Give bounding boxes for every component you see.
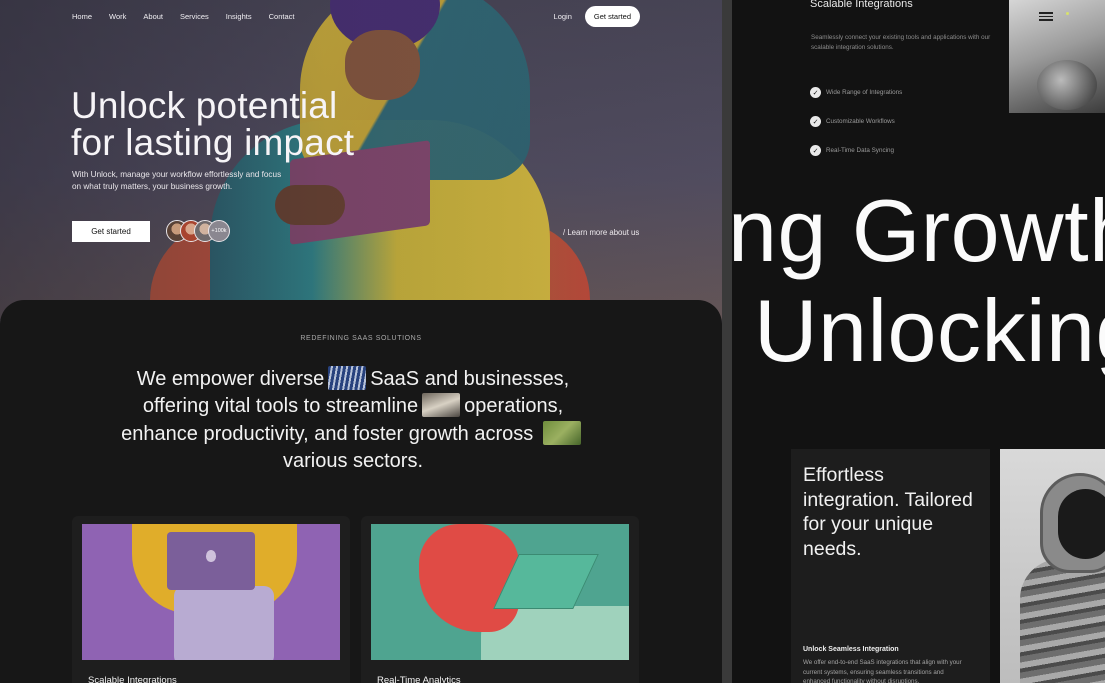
inline-thumbnail-office: [422, 393, 461, 418]
marquee-text-unlocking: Unlocking: [754, 281, 1105, 380]
feature-label: Customizable Workflows: [826, 118, 895, 125]
card-title: Real-Time Analytics: [377, 675, 461, 683]
nav-work[interactable]: Work: [109, 12, 126, 21]
menu-icon[interactable]: [1039, 12, 1053, 23]
integrations-title: Scalable Integrations: [810, 0, 913, 10]
check-icon: ✓: [810, 145, 821, 156]
hero-get-started-button[interactable]: Get started: [72, 221, 150, 242]
landing-page-left: Home Work About Services Insights Contac…: [0, 0, 722, 683]
card-image-legs: [174, 586, 274, 660]
inline-thumbnail-building: [328, 366, 367, 390]
nav-contact[interactable]: Contact: [269, 12, 295, 21]
hero-title-line-1: Unlock potential: [71, 85, 338, 126]
feature-label: Real-Time Data Syncing: [826, 147, 895, 154]
status-dot-icon: [1066, 12, 1069, 15]
section-statement: We empower diverse SaaS and businesses, o…: [110, 366, 596, 475]
card-image-laptop-purple: [82, 524, 340, 660]
panel-divider: [722, 0, 732, 683]
saas-section: REDEFINING SAAS SOLUTIONS We empower div…: [0, 300, 722, 683]
nav-about[interactable]: About: [143, 12, 163, 21]
device-photo: [1009, 0, 1105, 113]
avatar-count-badge: +100k: [208, 220, 230, 242]
astronaut-visor: [1058, 489, 1105, 559]
integrations-description: Seamlessly connect your existing tools a…: [811, 34, 991, 51]
marquee-text-growth: ng Growth: [732, 181, 1105, 280]
card-image-laptop-green: [371, 524, 629, 660]
check-icon: ✓: [810, 116, 821, 127]
statement-part-1: We empower diverse: [136, 368, 325, 390]
nav-insights[interactable]: Insights: [226, 12, 252, 21]
hero-title-line-2: for lasting impact: [71, 122, 355, 163]
integration-card-text: We offer end-to-end SaaS integrations th…: [803, 659, 962, 683]
hero-section: Home Work About Services Insights Contac…: [0, 0, 722, 320]
feature-card[interactable]: Real-Time Analytics: [361, 516, 639, 683]
apple-logo-icon: [206, 550, 216, 562]
statement-part-4: various sectors.: [282, 449, 424, 472]
card-image-person: [419, 524, 519, 632]
astronaut-photo: [1000, 449, 1105, 683]
feature-item: ✓ Customizable Workflows: [810, 116, 895, 127]
card-title: Scalable Integrations: [88, 675, 177, 683]
nav-home[interactable]: Home: [72, 12, 92, 21]
feature-label: Wide Range of Integrations: [826, 89, 903, 96]
learn-more-link[interactable]: / Learn more about us: [563, 228, 639, 237]
top-nav: Home Work About Services Insights Contac…: [72, 5, 640, 27]
landing-page-right: Scalable Integrations Seamlessly connect…: [732, 0, 1105, 683]
check-icon: ✓: [810, 87, 821, 98]
feature-item: ✓ Wide Range of Integrations: [810, 87, 902, 98]
feature-card[interactable]: Scalable Integrations: [72, 516, 350, 683]
avatar-group: +100k: [166, 220, 230, 242]
integration-card-heading: Effortless integration. Tailored for you…: [803, 464, 973, 560]
hero-subtitle: With Unlock, manage your workflow effort…: [72, 170, 282, 191]
nav-services[interactable]: Services: [180, 12, 209, 21]
integration-card: Effortless integration. Tailored for you…: [791, 449, 990, 683]
integration-card-subheading: Unlock Seamless Integration: [803, 646, 899, 653]
nav-get-started-button[interactable]: Get started: [584, 5, 640, 27]
nav-actions: Login Get started: [554, 5, 640, 27]
feature-item: ✓ Real-Time Data Syncing: [810, 145, 894, 156]
astronaut-suit: [1020, 559, 1105, 683]
device-object: [1037, 60, 1097, 110]
section-eyebrow: REDEFINING SAAS SOLUTIONS: [300, 335, 422, 342]
hero-title: Unlock potential for lasting impact: [71, 87, 354, 161]
inline-thumbnail-nature: [542, 420, 581, 445]
login-link[interactable]: Login: [554, 12, 572, 21]
